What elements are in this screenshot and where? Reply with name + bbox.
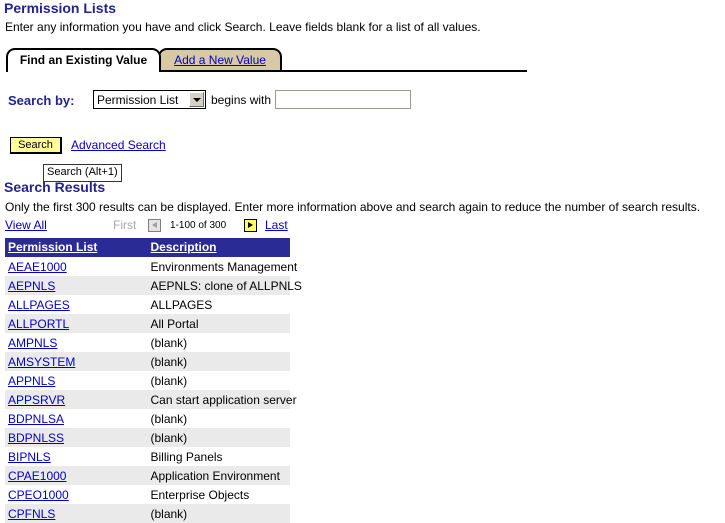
permission-list-link[interactable]: ALLPORTL	[8, 317, 69, 331]
cell-permission-list: AMPNLS	[5, 333, 148, 352]
page-instructions: Enter any information you have and click…	[5, 20, 481, 34]
cell-description: All Portal	[147, 314, 290, 333]
table-row: ALLPAGES ALLPAGES	[5, 295, 290, 314]
table-row: CPAE1000 Application Environment	[5, 466, 290, 485]
pager-last-link[interactable]: Last	[265, 218, 288, 232]
table-row: APPSRVR Can start application server	[5, 390, 297, 409]
search-value-input[interactable]	[275, 90, 411, 109]
table-row: CPEO1000 Enterprise Objects	[5, 485, 290, 504]
tab-strip: Add a New Value Find an Existing Value	[6, 48, 527, 74]
permission-list-link[interactable]: APPNLS	[8, 374, 55, 388]
permission-list-link[interactable]: AEPNLS	[8, 279, 55, 293]
cell-description: (blank)	[147, 504, 290, 523]
permission-list-link[interactable]: BIPNLS	[8, 450, 51, 464]
cell-description: Application Environment	[147, 466, 290, 485]
table-row: AMSYSTEM (blank)	[5, 352, 290, 371]
table-row: AEPNLS AEPNLS: clone of ALLPNLS	[5, 276, 302, 295]
permission-list-link[interactable]: APPSRVR	[8, 393, 65, 407]
cell-description: Enterprise Objects	[147, 485, 290, 504]
tab-add-a-new-value-label: Add a New Value	[174, 53, 266, 67]
cell-description: (blank)	[147, 409, 290, 428]
search-by-label: Search by:	[8, 93, 75, 108]
cell-permission-list: ALLPAGES	[5, 295, 148, 314]
page-title: Permission Lists	[4, 0, 117, 16]
search-operator-label: begins with	[211, 93, 272, 107]
cell-description: Billing Panels	[147, 447, 290, 466]
tab-add-a-new-value[interactable]: Add a New Value	[158, 48, 282, 70]
permission-list-link[interactable]: BDPNLSS	[8, 431, 64, 445]
advanced-search-link[interactable]: Advanced Search	[71, 138, 166, 152]
cell-permission-list: APPNLS	[5, 371, 148, 390]
search-button[interactable]: Search	[10, 137, 62, 154]
cell-permission-list: CPAE1000	[5, 466, 148, 485]
permission-list-link[interactable]: AMPNLS	[8, 336, 57, 350]
cell-permission-list: CPFNLS	[5, 504, 148, 523]
column-header-permission-list[interactable]: Permission List	[5, 238, 148, 257]
cell-description: (blank)	[147, 428, 290, 447]
table-row: APPNLS (blank)	[5, 371, 290, 390]
permission-list-link[interactable]: AMSYSTEM	[8, 355, 75, 369]
permission-list-link[interactable]: CPEO1000	[8, 488, 69, 502]
table-row: ALLPORTL All Portal	[5, 314, 290, 333]
pager-range-label: 1-100 of 300	[170, 220, 227, 231]
search-field-selected-value: Permission List	[97, 93, 179, 107]
cell-description: (blank)	[147, 371, 290, 390]
search-button-tooltip: Search (Alt+1)	[43, 164, 122, 182]
cell-description: (blank)	[147, 333, 290, 352]
pager-first-label: First	[113, 218, 137, 232]
cell-permission-list: APPSRVR	[5, 390, 148, 409]
chevron-down-icon[interactable]	[189, 92, 204, 107]
cell-permission-list: ALLPORTL	[5, 314, 148, 333]
table-row: BIPNLS Billing Panels	[5, 447, 290, 466]
view-all-link[interactable]: View All	[5, 218, 47, 232]
permission-list-link[interactable]: ALLPAGES	[8, 298, 70, 312]
cell-description: ALLPAGES	[147, 295, 290, 314]
cell-permission-list: AEAE1000	[5, 257, 148, 276]
tab-find-an-existing-value-label: Find an Existing Value	[19, 53, 148, 67]
table-body: AEAE1000 Environments Management AEPNLS AEP…	[5, 257, 302, 523]
cell-permission-list: AMSYSTEM	[5, 352, 148, 371]
permission-list-link[interactable]: BDPNLSA	[8, 412, 64, 426]
cell-description: Environments Management	[147, 257, 297, 276]
results-pager: View All First 1-100 of 300 Last	[0, 217, 300, 234]
search-results-table: Permission List Description AEAE1000 Envi…	[5, 238, 302, 523]
permission-list-link[interactable]: AEAE1000	[8, 260, 67, 274]
column-header-description[interactable]: Description	[147, 238, 290, 257]
tab-find-an-existing-value[interactable]: Find an Existing Value	[6, 48, 161, 74]
table-row: AEAE1000 Environments Management	[5, 257, 297, 276]
triangle-right-icon[interactable]	[244, 219, 257, 232]
triangle-left-icon	[148, 219, 161, 232]
cell-permission-list: BDPNLSA	[5, 409, 148, 428]
table-row: CPFNLS (blank)	[5, 504, 290, 523]
table-header-row: Permission List Description	[5, 238, 290, 257]
permission-list-link[interactable]: CPAE1000	[8, 469, 66, 483]
table-row: BDPNLSS (blank)	[5, 428, 290, 447]
cell-description: (blank)	[147, 352, 290, 371]
table-row: BDPNLSA (blank)	[5, 409, 290, 428]
cell-permission-list: BIPNLS	[5, 447, 148, 466]
cell-description: AEPNLS: clone of ALLPNLS	[147, 276, 302, 295]
table-row: AMPNLS (blank)	[5, 333, 290, 352]
cell-permission-list: BDPNLSS	[5, 428, 148, 447]
search-field-select[interactable]: Permission List	[93, 90, 206, 109]
cell-description: Can start application server	[147, 390, 297, 409]
cell-permission-list: CPEO1000	[5, 485, 148, 504]
cell-permission-list: AEPNLS	[5, 276, 148, 295]
search-results-note: Only the first 300 results can be displa…	[5, 200, 701, 214]
